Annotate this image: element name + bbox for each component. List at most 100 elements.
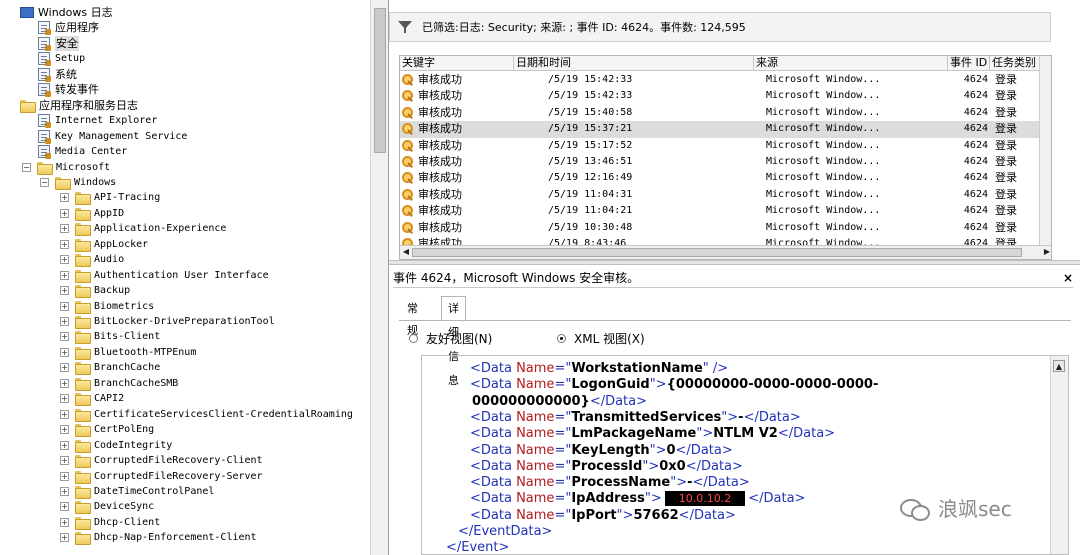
table-row[interactable]: 审核成功/5/19 13:46:51 Microsoft Window... 462… [400, 154, 1051, 170]
expand-icon[interactable]: + [60, 239, 69, 249]
column-header-source[interactable]: 来源 [754, 56, 948, 71]
tree-item[interactable]: + CorruptedFileRecovery-Server [60, 469, 263, 484]
expand-icon[interactable]: + [60, 224, 69, 234]
tree-item[interactable]: + Backup [60, 283, 130, 299]
table-row[interactable]: 审核成功/5/19 15:37:21 Microsoft Window... 462… [400, 121, 1051, 138]
expand-icon[interactable]: + [60, 208, 69, 218]
expand-icon[interactable]: + [60, 378, 69, 388]
table-row[interactable]: 审核成功/5/19 15:17:52 Microsoft Window... 462… [400, 138, 1051, 154]
tree-item[interactable]: 应用程序 [38, 20, 99, 36]
tree-scrollbar[interactable] [370, 0, 388, 555]
expand-icon[interactable]: + [60, 255, 69, 265]
filter-funnel-icon[interactable] [398, 20, 412, 34]
event-id-cell: 4624 [963, 172, 988, 184]
pane-splitter[interactable] [389, 260, 1080, 265]
table-row[interactable]: 审核成功/5/19 15:40:58 Microsoft Window... 462… [400, 105, 1051, 121]
tree-item[interactable]: + DeviceSync [60, 499, 154, 515]
expand-icon[interactable]: + [60, 363, 69, 373]
tree-item[interactable]: + Application-Experience [60, 221, 226, 237]
events-table-vertical-scrollbar[interactable] [1039, 56, 1051, 245]
expand-icon[interactable]: + [60, 517, 69, 527]
radio-unchecked-icon[interactable] [409, 334, 418, 343]
tree-item[interactable]: + Dhcp-Nap-Enforcement-Client [60, 530, 257, 546]
tree-item[interactable]: 系统 [38, 67, 77, 82]
expand-icon[interactable]: + [60, 409, 69, 419]
expand-icon[interactable]: + [60, 347, 69, 357]
table-row[interactable]: 审核成功/5/19 10:30:48 Microsoft Window... 462… [400, 220, 1051, 236]
tree-item[interactable]: − Microsoft [22, 160, 110, 175]
tree-item-label: API-Tracing [94, 192, 161, 204]
column-header-event-id[interactable]: 事件 ID [948, 56, 990, 71]
expand-icon[interactable]: + [60, 440, 69, 450]
expand-icon[interactable]: + [60, 486, 69, 496]
scroll-up-arrow-icon[interactable]: ▲ [1053, 360, 1065, 372]
tree-item[interactable]: + BranchCacheSMB [60, 376, 178, 391]
tree-scrollbar-thumb[interactable] [374, 8, 386, 153]
table-row[interactable]: 审核成功/5/19 12:16:49 Microsoft Window... 462… [400, 170, 1051, 186]
tree-item[interactable]: 安全 [38, 35, 79, 51]
date-cell: /5/19 13:46:51 [548, 155, 633, 167]
tree-item[interactable]: + CertPolEng [60, 422, 154, 438]
table-row[interactable]: 审核成功/5/19 11:04:21 Microsoft Window... 462… [400, 203, 1051, 219]
scroll-right-arrow-icon[interactable]: ▶ [1041, 246, 1051, 258]
tree-item[interactable]: + CAPI2 [60, 391, 124, 407]
tree-item[interactable]: + Biometrics [60, 299, 154, 314]
close-detail-icon[interactable]: × [1063, 268, 1073, 288]
friendly-view-radio[interactable]: 友好视图(N) [409, 330, 492, 347]
expand-icon[interactable]: + [60, 425, 69, 435]
expand-icon[interactable]: + [60, 317, 69, 326]
expand-icon[interactable]: + [60, 471, 69, 481]
table-row[interactable]: 审核成功/5/19 15:42:33 Microsoft Window... 462… [400, 88, 1051, 104]
tree-item[interactable]: + CertificateServicesClient-CredentialRoa… [60, 407, 353, 422]
xml-vertical-scrollbar[interactable]: ▲ [1050, 356, 1068, 554]
tree-item[interactable]: Internet Explorer [38, 113, 157, 129]
table-row[interactable]: 审核成功/5/19 11:04:31 Microsoft Window... 462… [400, 187, 1051, 203]
tree-item[interactable]: 应用程序和服务日志 [20, 98, 138, 113]
tree-item[interactable]: Windows 日志 [20, 5, 113, 20]
expand-icon[interactable]: + [60, 332, 69, 342]
tree-item[interactable]: Setup [38, 51, 85, 67]
xml-attr-name: TransmittedServices [571, 409, 722, 425]
expand-icon[interactable]: + [60, 456, 69, 466]
horizontal-scroll-thumb[interactable] [412, 248, 1022, 257]
expand-icon[interactable]: + [60, 533, 69, 543]
tree-item[interactable]: + Dhcp-Client [60, 515, 160, 530]
tree-item[interactable]: + DateTimeControlPanel [60, 484, 214, 499]
expand-icon[interactable]: + [60, 394, 69, 404]
radio-checked-icon[interactable] [557, 334, 566, 343]
scroll-left-arrow-icon[interactable]: ◀ [400, 246, 412, 258]
xml-view-pane[interactable]: <Data Name="WorkstationName" /> <Data Nam… [421, 355, 1069, 555]
xml-view-radio[interactable]: XML 视图(X) [557, 330, 645, 347]
source-cell: Microsoft Window... [766, 74, 881, 85]
tree-item[interactable]: Key Management Service [38, 129, 187, 144]
tree-item[interactable]: 转发事件 [38, 82, 99, 98]
tree-item[interactable]: + API-Tracing [60, 190, 161, 206]
tree-item[interactable]: + CodeIntegrity [60, 438, 172, 453]
expand-icon[interactable]: + [60, 286, 69, 296]
column-header-date[interactable]: 日期和时间 [514, 56, 754, 71]
tree-item[interactable]: Media Center [38, 144, 127, 160]
events-table-horizontal-scrollbar[interactable]: ◀ ▶ [400, 245, 1051, 259]
tree-item[interactable]: + Bluetooth-MTPEnum [60, 345, 196, 360]
tree-item[interactable]: + BranchCache [60, 360, 160, 376]
tree-item[interactable]: + CorruptedFileRecovery-Client [60, 453, 263, 469]
expand-icon[interactable]: + [60, 270, 69, 280]
tree-item[interactable]: + Bits-Client [60, 329, 160, 345]
tree-item[interactable]: + Audio [60, 252, 124, 268]
tree-item[interactable]: + Authentication User Interface [60, 268, 269, 283]
table-row[interactable]: 审核成功/5/19 15:42:33 Microsoft Window... 462… [400, 72, 1051, 88]
tab-details[interactable]: 详细信息 [441, 296, 466, 387]
collapse-icon[interactable]: − [22, 162, 31, 172]
expand-icon[interactable]: + [60, 193, 69, 203]
collapse-icon[interactable]: − [40, 177, 49, 187]
tab-general[interactable]: 常规 [401, 298, 424, 337]
xml-line: <Data Name="TransmittedServices">-</Data… [470, 409, 801, 425]
expand-icon[interactable]: + [60, 502, 69, 512]
tree-item[interactable]: + BitLocker-DrivePreparationTool [60, 314, 275, 329]
tree-item[interactable]: + AppID [60, 206, 124, 221]
column-header-keyword[interactable]: 关键字 [400, 56, 514, 71]
source-cell: Microsoft Window... [766, 106, 881, 118]
tree-item[interactable]: − Windows [40, 175, 116, 190]
tree-item[interactable]: + AppLocker [60, 237, 148, 252]
expand-icon[interactable]: + [60, 301, 69, 311]
